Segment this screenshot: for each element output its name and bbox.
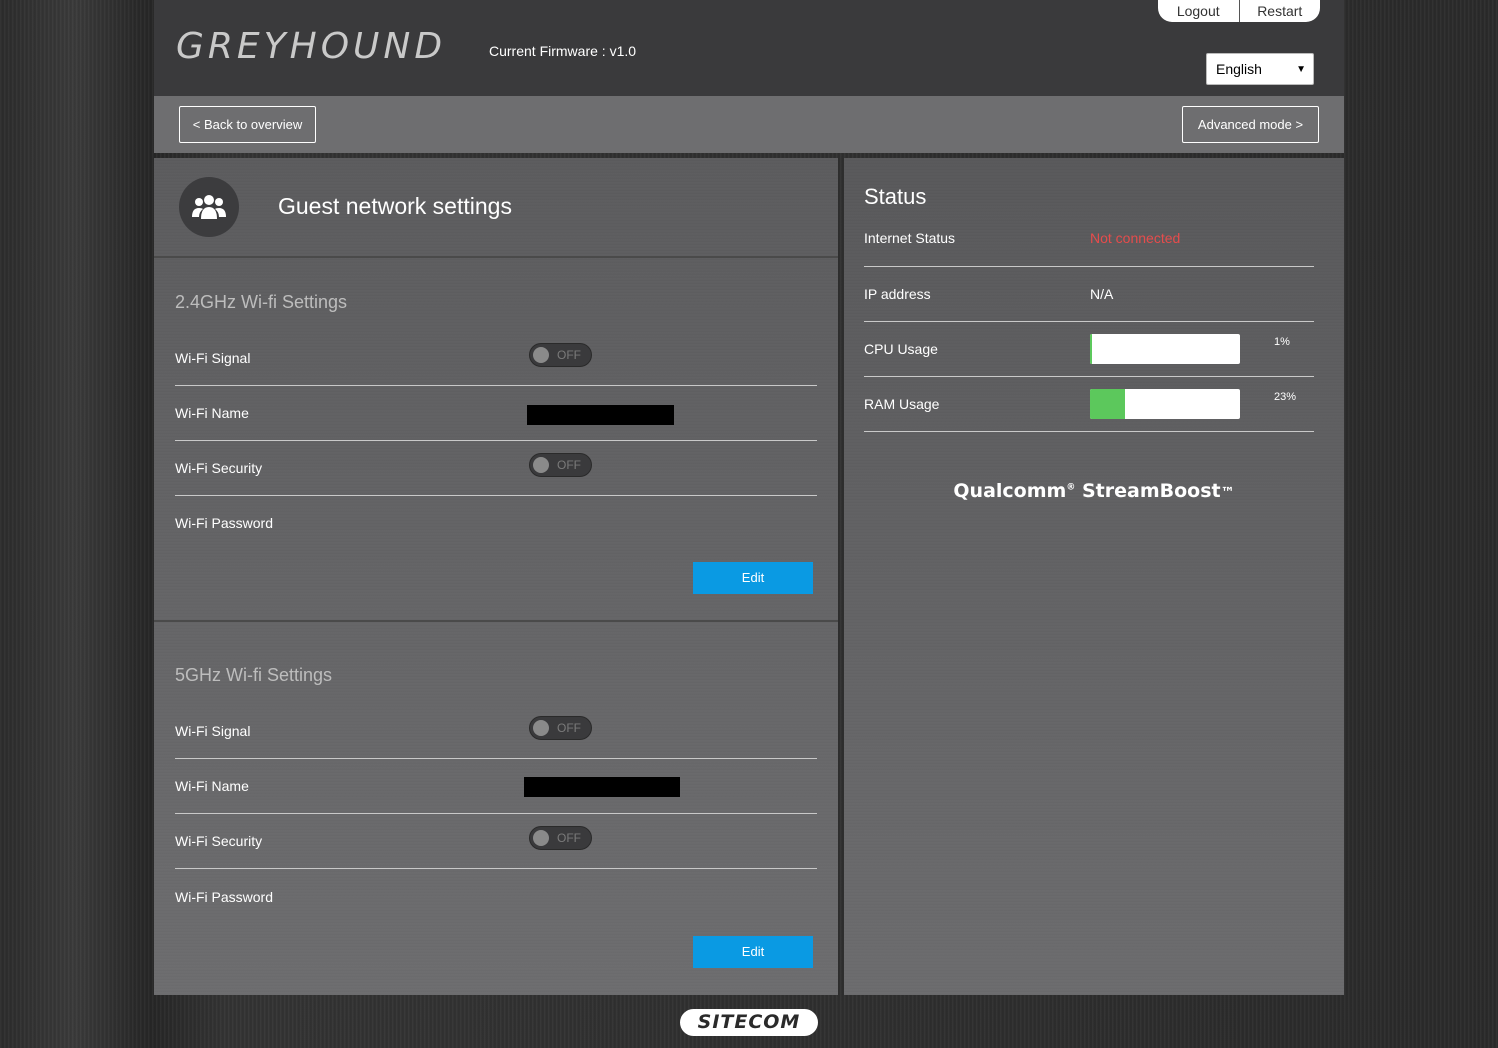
wifi-signal-label: Wi-Fi Signal <box>175 723 251 739</box>
wifi-signal-label: Wi-Fi Signal <box>175 350 251 366</box>
ip-address-label: IP address <box>864 286 931 302</box>
cpu-usage-percent: 1% <box>1274 336 1290 348</box>
router-admin-page: GREYHOUND Current Firmware : v1.0 Logout… <box>154 0 1344 995</box>
logout-link[interactable]: Logout <box>1158 0 1240 22</box>
toggle-state: OFF <box>557 721 581 735</box>
wifi-name-redacted <box>524 777 680 797</box>
row-wifi-name: Wi-Fi Name <box>175 759 817 814</box>
guest-network-panel: Guest network settings 2.4GHz Wi-fi Sett… <box>154 158 838 995</box>
wifi-name-label: Wi-Fi Name <box>175 405 249 421</box>
qualcomm-streamboost-logo: Qualcomm® StreamBoost™ <box>953 480 1235 502</box>
wifi-password-label: Wi-Fi Password <box>175 515 274 531</box>
row-internet-status: Internet Status Not connected <box>864 212 1314 267</box>
wifi-security-toggle[interactable]: OFF <box>529 826 592 850</box>
wifi-name-redacted <box>527 405 674 425</box>
section-title-5ghz: 5GHz Wi-fi Settings <box>175 665 333 685</box>
streamboost-text: StreamBoost <box>1081 480 1221 502</box>
internet-status-label: Internet Status <box>864 230 956 246</box>
toggle-state: OFF <box>557 831 581 845</box>
page-title: Guest network settings <box>278 193 512 219</box>
edit-24ghz-button[interactable]: Edit <box>693 562 813 594</box>
nav-bar: < Back to overview Advanced mode > <box>154 96 1344 153</box>
ram-usage-label: RAM Usage <box>864 396 940 412</box>
toggle-knob <box>533 830 549 846</box>
wifi-password-label: Wi-Fi Password <box>175 889 274 905</box>
ram-usage-fill <box>1090 389 1125 419</box>
toggle-knob <box>533 347 549 363</box>
language-value: English <box>1216 61 1262 77</box>
internet-status-value: Not connected <box>1090 230 1181 246</box>
toggle-knob <box>533 457 549 473</box>
status-title: Status <box>864 184 927 209</box>
row-ip-address: IP address N/A <box>864 267 1314 322</box>
toggle-knob <box>533 720 549 736</box>
toggle-state: OFF <box>557 348 581 362</box>
wifi-signal-toggle[interactable]: OFF <box>529 716 592 740</box>
row-cpu-usage: CPU Usage 1% <box>864 322 1314 377</box>
row-wifi-security: Wi-Fi Security OFF <box>175 441 817 496</box>
wifi-5ghz-section: 5GHz Wi-fi Settings Wi-Fi Signal OFF Wi-… <box>154 624 838 995</box>
status-panel: Status Internet Status Not connected IP … <box>844 158 1344 995</box>
row-wifi-password: Wi-Fi Password <box>175 496 817 551</box>
row-wifi-signal: Wi-Fi Signal OFF <box>175 704 817 759</box>
header: GREYHOUND Current Firmware : v1.0 Logout… <box>154 0 1344 96</box>
chevron-down-icon: ▼ <box>1296 64 1306 75</box>
cpu-usage-bar <box>1090 334 1240 364</box>
ram-usage-bar <box>1090 389 1240 419</box>
cpu-usage-label: CPU Usage <box>864 341 938 357</box>
sitecom-logo: SITECOM <box>680 1009 818 1036</box>
section-title-24ghz: 2.4GHz Wi-fi Settings <box>175 292 348 312</box>
ram-usage-percent: 23% <box>1274 391 1297 403</box>
back-to-overview-button[interactable]: < Back to overview <box>179 106 316 143</box>
greyhound-logo: GREYHOUND <box>176 26 447 67</box>
cpu-usage-fill <box>1090 334 1092 364</box>
wifi-signal-toggle[interactable]: OFF <box>529 343 592 367</box>
toggle-state: OFF <box>557 458 581 472</box>
wifi-name-label: Wi-Fi Name <box>175 778 249 794</box>
ip-address-value: N/A <box>1090 286 1114 302</box>
row-wifi-signal: Wi-Fi Signal OFF <box>175 331 817 386</box>
row-ram-usage: RAM Usage 23% <box>864 377 1314 432</box>
top-links: Logout Restart <box>1158 0 1320 22</box>
wifi-security-label: Wi-Fi Security <box>175 460 263 476</box>
users-group-icon <box>179 177 239 237</box>
row-wifi-password: Wi-Fi Password <box>175 870 817 925</box>
wifi-security-label: Wi-Fi Security <box>175 833 263 849</box>
advanced-mode-button[interactable]: Advanced mode > <box>1182 106 1319 143</box>
row-wifi-name: Wi-Fi Name <box>175 386 817 441</box>
firmware-version: Current Firmware : v1.0 <box>489 43 637 59</box>
guest-network-header: Guest network settings <box>154 158 838 258</box>
language-select[interactable]: English ▼ <box>1206 53 1314 85</box>
wifi-security-toggle[interactable]: OFF <box>529 453 592 477</box>
row-wifi-security: Wi-Fi Security OFF <box>175 814 817 869</box>
restart-link[interactable]: Restart <box>1240 0 1321 22</box>
qualcomm-text: Qualcomm <box>953 480 1067 502</box>
edit-5ghz-button[interactable]: Edit <box>693 936 813 968</box>
wifi-24ghz-section: 2.4GHz Wi-fi Settings Wi-Fi Signal OFF W… <box>154 258 838 622</box>
